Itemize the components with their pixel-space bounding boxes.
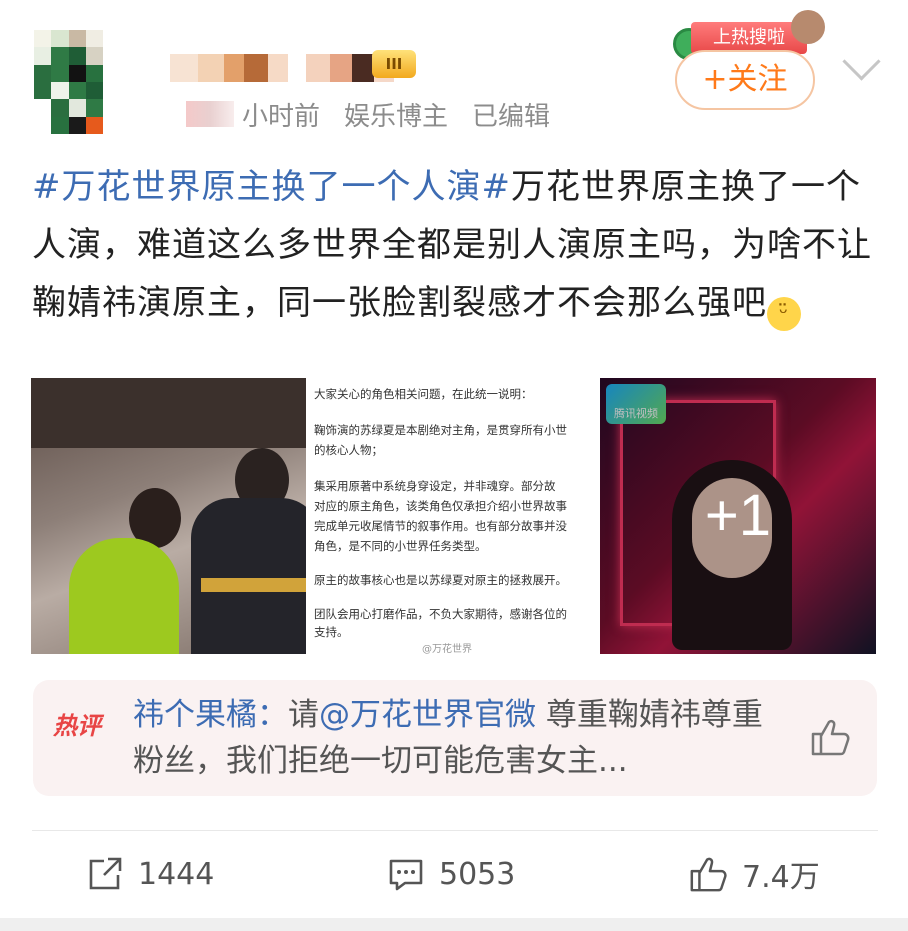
post-image-2[interactable]: 大家关心的角色相关问题，在此统一说明： 鞠饰演的苏绿夏是本剧绝对主角，是贯穿所有… — [306, 378, 598, 654]
image-watermark: @万花世界 — [422, 644, 472, 654]
hot-comment-label: 热评 — [53, 712, 101, 740]
notice-line: 支持。 — [314, 625, 349, 639]
chevron-down-icon[interactable] — [842, 42, 881, 81]
hot-comment[interactable]: 热评 祎个果橘：请@万花世界官微 尊重鞠婧祎尊重粉丝，我们拒绝一切可能危害女主.… — [33, 680, 877, 796]
notice-line: 团队会用心打磨作品，不负大家期待，感谢各位的 — [314, 607, 567, 621]
notice-line: 的核心人物； — [314, 443, 383, 457]
bottom-separator — [0, 918, 908, 931]
figure-dress — [69, 538, 179, 654]
notice-line: 完成单元收尾情节的叙事作用。也有部分故事并没 — [314, 519, 567, 533]
notice-line: 鞠饰演的苏绿夏是本剧绝对主角，是贯穿所有小世 — [314, 423, 567, 437]
figure-uniform — [191, 498, 306, 654]
repost-icon — [89, 857, 122, 890]
edited-label: 已编辑 — [472, 101, 551, 132]
notice-line: 角色，是不同的小世界任务类型。 — [314, 539, 487, 553]
divider — [32, 830, 878, 831]
comment-username[interactable]: 祎个果橘： — [133, 697, 288, 733]
cat-icon — [791, 10, 825, 44]
repost-count: 1444 — [138, 856, 215, 892]
notice-line: 原主的故事核心也是以苏绿夏对原主的拯救展开。 — [314, 573, 567, 587]
roof-shape — [31, 378, 306, 448]
hot-search-tag: 上热搜啦 — [673, 10, 825, 60]
thumbs-up-icon[interactable] — [809, 716, 851, 758]
comment-prefix: 请 — [288, 697, 319, 733]
notice-line: 集采用原著中系统身穿设定，并非魂穿。部分故 — [314, 479, 556, 493]
follow-button[interactable]: +关注 — [675, 50, 815, 110]
comment-count: 5053 — [439, 856, 516, 892]
uniform-belt — [201, 578, 306, 592]
like-count: 7.4万 — [742, 860, 820, 895]
post-text: #万花世界原主换了一个人演#万花世界原主换了一个人演，难道这么多世界全都是别人演… — [32, 158, 878, 332]
post-image-3[interactable]: 腾讯视频 +1 — [600, 378, 876, 654]
thumbs-up-icon — [690, 857, 727, 892]
post-meta: 小时前 娱乐博主 已编辑 — [186, 92, 550, 136]
notice-line: 大家关心的角色相关问题，在此统一说明： — [314, 387, 533, 401]
comment-button[interactable]: 5053 — [387, 848, 515, 900]
like-button[interactable]: 7.4万 — [688, 848, 820, 900]
hashtag-link[interactable]: #万花世界原主换了一个人演# — [32, 167, 511, 207]
hot-comment-content: 祎个果橘：请@万花世界官微 尊重鞠婧祎尊重粉丝，我们拒绝一切可能危害女主... — [133, 692, 793, 784]
post-image-1[interactable] — [31, 378, 306, 654]
user-role: 娱乐博主 — [344, 101, 449, 132]
post-time: 小时前 — [242, 101, 321, 132]
comment-icon — [389, 859, 423, 891]
sweat-smile-emoji-icon: ᵕ̈ — [767, 297, 801, 331]
notice-line: 对应的原主角色，该类角色仅承担介绍小世界故事 — [314, 499, 567, 513]
vip-badge: III — [372, 50, 416, 78]
comment-mention[interactable]: @万花世界官微 — [319, 697, 536, 733]
repost-button[interactable]: 1444 — [86, 848, 214, 900]
more-images-count[interactable]: +1 — [600, 378, 876, 654]
blurred-time-prefix — [186, 101, 234, 127]
avatar[interactable] — [34, 30, 138, 134]
